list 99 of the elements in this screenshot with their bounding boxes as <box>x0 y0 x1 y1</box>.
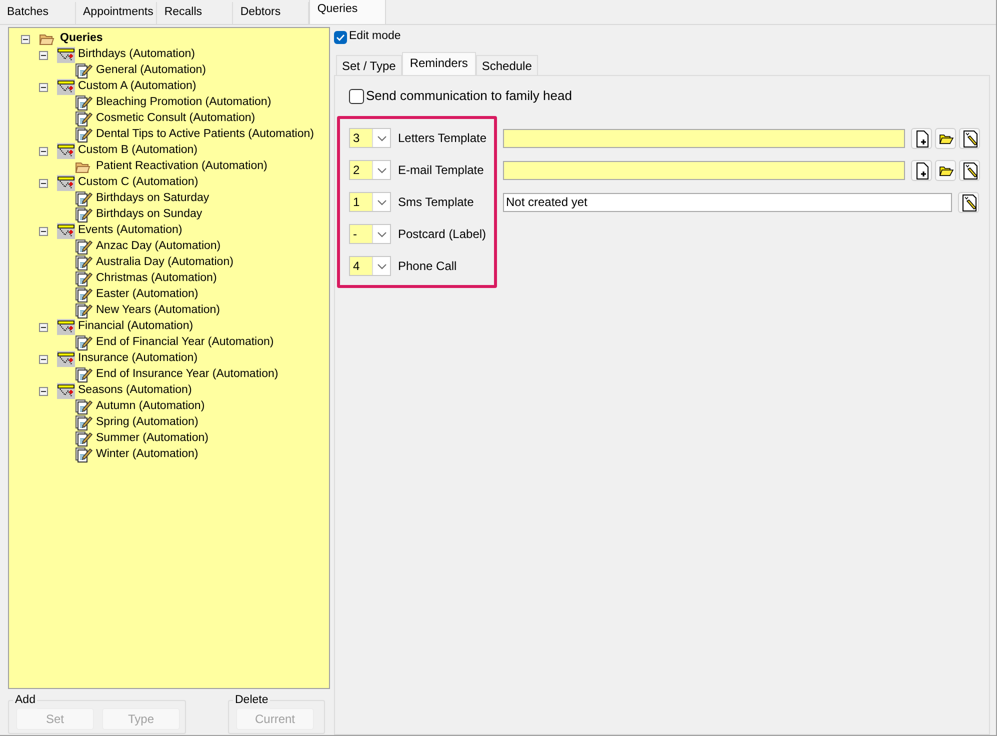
document-pencil-icon <box>75 367 93 383</box>
group-icon <box>57 79 75 95</box>
document-pencil-icon <box>75 255 93 271</box>
open-button[interactable] <box>935 160 956 180</box>
document-pencil-icon <box>75 415 93 431</box>
group-label: Delete <box>233 692 270 710</box>
tree-item[interactable]: Financial (Automation) <box>75 318 194 336</box>
tree-item[interactable]: Custom A (Automation) <box>75 78 196 96</box>
order-dropdown[interactable]: 4 <box>349 256 391 276</box>
tree-item[interactable]: Insurance (Automation) <box>75 350 198 368</box>
tree-item[interactable]: Cosmetic Consult (Automation) <box>93 110 256 128</box>
template-field[interactable]: Not created yet <box>503 192 952 212</box>
open-button[interactable] <box>935 128 956 148</box>
document-pencil-icon <box>75 399 93 415</box>
document-pencil-icon <box>75 127 93 143</box>
tree-item[interactable]: Australia Day (Automation) <box>93 254 234 272</box>
row-label: Sms Template <box>397 194 475 211</box>
row-label: E-mail Template <box>397 162 485 179</box>
chevron-down-icon <box>376 166 386 174</box>
tree-item[interactable]: End of Financial Year (Automation) <box>93 334 274 352</box>
group-icon <box>57 175 75 191</box>
tab[interactable]: Set / Type <box>336 55 402 75</box>
tree-item[interactable]: Christmas (Automation) <box>93 270 217 288</box>
group-icon <box>57 47 75 63</box>
tree-item[interactable]: Queries <box>57 30 103 48</box>
document-pencil-icon <box>75 447 93 463</box>
tree-item[interactable]: Seasons (Automation) <box>75 382 192 400</box>
document-pencil-icon <box>75 239 93 255</box>
document-pencil-icon <box>75 303 93 319</box>
document-pencil-icon <box>960 128 978 148</box>
checkbox-label[interactable]: Edit mode <box>347 28 401 46</box>
tree-item[interactable]: Anzac Day (Automation) <box>93 238 221 256</box>
group-icon <box>57 383 75 399</box>
order-dropdown[interactable]: 1 <box>349 192 391 212</box>
row-label: Postcard (Label) <box>397 226 488 243</box>
group-icon <box>57 351 75 367</box>
tree-item[interactable]: Custom B (Automation) <box>75 142 198 160</box>
tree-item[interactable]: Bleaching Promotion (Automation) <box>93 94 272 112</box>
collapse-icon[interactable] <box>39 386 48 396</box>
tree-item[interactable]: Birthdays on Sunday <box>93 206 202 224</box>
collapse-icon[interactable] <box>39 50 48 60</box>
tree-item[interactable]: Events (Automation) <box>75 222 182 240</box>
edit-button[interactable] <box>959 128 980 148</box>
group-icon <box>57 223 75 239</box>
document-pencil-icon <box>75 287 93 303</box>
tree-item[interactable]: Custom C (Automation) <box>75 174 198 192</box>
group-icon <box>57 319 75 335</box>
tree-item[interactable]: Autumn (Automation) <box>93 398 205 416</box>
collapse-icon[interactable] <box>39 146 48 156</box>
group-icon <box>57 143 75 159</box>
tab[interactable]: Schedule <box>476 55 538 75</box>
row-label: Letters Template <box>397 130 488 147</box>
tree-item[interactable]: General (Automation) <box>93 62 206 80</box>
new-button[interactable] <box>911 160 932 180</box>
tab[interactable]: Queries <box>309 0 386 24</box>
edit-button[interactable] <box>958 192 979 212</box>
tree-item[interactable]: Summer (Automation) <box>93 430 208 448</box>
document-pencil-icon <box>75 431 93 447</box>
group-label: Add <box>13 692 38 710</box>
collapse-icon[interactable] <box>39 322 48 332</box>
tab[interactable]: Reminders <box>402 52 476 75</box>
chevron-down-icon <box>376 134 386 142</box>
chevron-down-icon <box>376 198 386 206</box>
tree-item[interactable]: Winter (Automation) <box>93 446 198 464</box>
document-pencil-icon <box>75 335 93 351</box>
document-pencil-icon <box>75 191 93 207</box>
document-pencil-icon <box>75 271 93 287</box>
order-dropdown[interactable]: 3 <box>349 128 391 148</box>
checkbox-label[interactable]: Send communication to family head <box>364 86 572 106</box>
edit-button[interactable] <box>959 160 980 180</box>
tree-item[interactable]: Birthdays on Saturday <box>93 190 210 208</box>
chevron-down-icon <box>376 230 386 238</box>
tree-item[interactable]: Easter (Automation) <box>93 286 198 304</box>
tree-item[interactable]: End of Insurance Year (Automation) <box>93 366 278 384</box>
template-field[interactable] <box>503 160 905 180</box>
order-dropdown[interactable]: 2 <box>349 160 391 180</box>
collapse-icon[interactable] <box>39 354 48 364</box>
template-field[interactable] <box>503 128 905 148</box>
tree-item[interactable]: Dental Tips to Active Patients (Automation) <box>93 126 314 144</box>
document-pencil-icon <box>75 63 93 79</box>
collapse-icon[interactable] <box>39 178 48 188</box>
collapse-icon[interactable] <box>39 82 48 92</box>
document-pencil-icon <box>75 111 93 127</box>
collapse-icon[interactable] <box>39 226 48 236</box>
checkbox[interactable] <box>349 88 364 104</box>
collapse-icon[interactable] <box>21 34 30 44</box>
row-label: Phone Call <box>397 258 458 275</box>
tree-item[interactable]: Spring (Automation) <box>93 414 198 432</box>
chevron-down-icon <box>376 262 386 270</box>
new-button[interactable] <box>911 128 932 148</box>
checkbox[interactable] <box>334 30 347 44</box>
document-pencil-icon <box>960 192 978 212</box>
order-dropdown[interactable]: - <box>349 224 391 244</box>
document-pencil-icon <box>75 207 93 223</box>
tree-item[interactable]: Birthdays (Automation) <box>75 46 195 64</box>
tree-item[interactable]: New Years (Automation) <box>93 302 220 320</box>
document-pencil-icon <box>960 160 978 180</box>
tree-item[interactable]: Patient Reactivation (Automation) <box>93 158 268 176</box>
document-pencil-icon <box>75 95 93 111</box>
